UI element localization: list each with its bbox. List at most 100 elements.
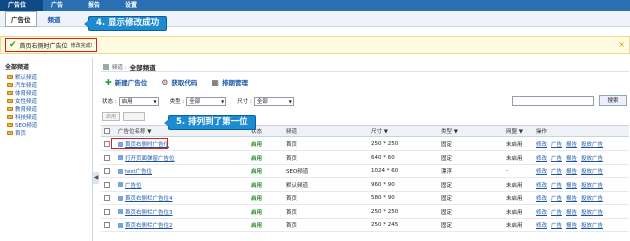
bulk-enable-button[interactable]: 启用 [102, 111, 121, 121]
close-icon[interactable]: × [618, 40, 625, 49]
row-network: 未启用 [506, 182, 523, 189]
row-op-link[interactable]: 投放广告 [581, 140, 603, 148]
row-checkbox[interactable] [104, 208, 110, 215]
sidebar-item[interactable]: 默认频道 [0, 73, 92, 81]
adslot-icon [118, 182, 123, 187]
table-row: test广告位 启用 SEO频道 1024 * 60 漂浮 - 修改 广告 报告 投放广告 [101, 165, 629, 178]
row-op-link[interactable]: 修改 [536, 181, 547, 189]
table-row: 打开页面弹窗广告位 启用 首页 640 * 60 固定 未启用 修改 广告 报告 投放广告 [101, 152, 629, 165]
row-ops: 修改 广告 报告 投放广告 [536, 192, 607, 204]
row-op-link[interactable]: 报告 [566, 194, 577, 202]
sidebar-item[interactable]: 科技频道 [0, 113, 92, 121]
row-channel: SEO频道 [286, 169, 309, 175]
row-op-link[interactable]: 报告 [566, 140, 577, 148]
folder-icon [7, 115, 13, 119]
row-name-link[interactable]: 广告位 [125, 181, 142, 189]
row-op-link[interactable]: 报告 [566, 167, 577, 175]
row-type: 固定 [441, 142, 453, 148]
row-name-link[interactable]: test广告位 [125, 167, 152, 175]
status-select-value: 启用 [121, 99, 133, 105]
row-type: 固定 [441, 223, 453, 229]
row-channel: 首页 [286, 196, 298, 202]
row-checkbox[interactable] [104, 154, 110, 161]
search-input[interactable] [512, 96, 594, 106]
col-header-ops: 操作 [536, 129, 548, 135]
row-op-link[interactable]: 广告 [551, 221, 562, 229]
row-op-link[interactable]: 修改 [536, 194, 547, 202]
row-op-link[interactable]: 投放广告 [581, 208, 603, 216]
schedule-button[interactable]: ▦ 排期管理 [211, 77, 248, 88]
sidebar-item[interactable]: 首页 [0, 129, 92, 137]
row-op-link[interactable]: 广告 [551, 194, 562, 202]
row-network: 未启用 [506, 209, 523, 216]
get-code-button[interactable]: ⚙ 获取代码 [161, 77, 197, 88]
new-adslot-label: 新建广告位 [114, 79, 148, 87]
row-ops: 修改 广告 报告 投放广告 [536, 165, 607, 177]
topnav-tab-settings[interactable]: 设置 [117, 0, 154, 11]
subnav-tab-channels[interactable]: 频道 [43, 12, 66, 26]
col-header-type[interactable]: 类型 ▼ [441, 126, 458, 136]
row-op-link[interactable]: 修改 [536, 154, 547, 162]
row-op-link[interactable]: 修改 [536, 221, 547, 229]
row-op-link[interactable]: 修改 [536, 208, 547, 216]
row-checkbox[interactable] [104, 168, 110, 174]
size-select[interactable]: 全部 ▼ [253, 96, 294, 106]
row-checkbox[interactable] [104, 181, 110, 188]
row-checkbox[interactable] [104, 195, 110, 201]
type-select[interactable]: 全部 ▼ [186, 96, 227, 106]
col-header-channel[interactable]: 频道 [286, 126, 297, 136]
row-checkbox[interactable] [104, 141, 110, 147]
row-op-link[interactable]: 投放广告 [581, 194, 603, 202]
row-op-link[interactable]: 投放广告 [581, 221, 603, 229]
col-header-name[interactable]: 广告位名称 ▼ [118, 126, 151, 136]
bulk-disable-button[interactable] [123, 111, 146, 121]
search-button[interactable]: 搜索 [599, 95, 627, 106]
sidebar-item[interactable]: 教育频道 [0, 105, 92, 113]
row-op-link[interactable]: 报告 [566, 181, 577, 189]
status-select[interactable]: 启用 ▼ [118, 96, 159, 106]
col-header-network[interactable]: 网盟 ▼ [506, 126, 523, 136]
folder-icon [7, 83, 13, 87]
collapse-sidebar-icon[interactable]: ◀ [93, 172, 99, 184]
row-op-link[interactable]: 报告 [566, 208, 577, 216]
col-header-size[interactable]: 尺寸 ▼ [371, 126, 388, 136]
row-status: 启用 [251, 209, 263, 216]
sidebar-item[interactable]: SEO频道 [0, 121, 92, 129]
row-op-link[interactable]: 广告 [551, 208, 562, 216]
row-op-link[interactable]: 修改 [536, 140, 547, 148]
row-ops: 修改 广告 报告 投放广告 [536, 206, 607, 218]
row-name-link[interactable]: 首页右侧栏广告位4 [125, 194, 173, 202]
row-name-link[interactable]: 首页右侧栏广告位2 [125, 221, 173, 229]
row-op-link[interactable]: 广告 [551, 140, 562, 148]
size-select-value: 全部 [256, 99, 268, 105]
select-all-checkbox[interactable] [104, 128, 110, 134]
calendar-icon: ▦ [211, 77, 219, 87]
row-op-link[interactable]: 投放广告 [581, 181, 603, 189]
row-name-link[interactable]: 首页右侧栏广告位3 [125, 208, 173, 216]
sidebar-item-label: 首页 [15, 131, 27, 137]
sidebar-item[interactable]: 体育频道 [0, 89, 92, 97]
row-network: 未启用 [506, 142, 523, 148]
sidebar-item[interactable]: 女性频道 [0, 97, 92, 105]
row-checkbox[interactable] [104, 222, 110, 228]
sidebar-item[interactable]: 汽车频道 [0, 81, 92, 89]
row-op-link[interactable]: 投放广告 [581, 167, 603, 175]
sidebar-item-label: 教育频道 [15, 107, 38, 113]
row-op-link[interactable]: 修改 [536, 167, 547, 175]
row-op-link[interactable]: 广告 [551, 181, 562, 189]
row-op-link[interactable]: 广告 [551, 154, 562, 162]
subnav-tab-adslots[interactable]: 广告位 [5, 10, 37, 27]
row-op-link[interactable]: 报告 [566, 221, 577, 229]
topnav-tab-adslots[interactable]: 广告位 [0, 0, 44, 11]
topnav-tab-ads[interactable]: 广告 [43, 0, 80, 11]
row-op-link[interactable]: 投放广告 [581, 154, 603, 162]
adslot-icon [118, 168, 123, 174]
sidebar-item-label: 科技频道 [15, 115, 38, 121]
topnav-tab-reports[interactable]: 报告 [80, 0, 117, 11]
row-op-link[interactable]: 报告 [566, 154, 577, 162]
row-channel: 首页 [286, 209, 298, 216]
new-adslot-button[interactable]: ✚ 新建广告位 [105, 77, 148, 88]
row-name-link[interactable]: 打开页面弹窗广告位 [125, 154, 175, 162]
row-op-link[interactable]: 广告 [551, 167, 562, 175]
sidebar-title[interactable]: 全部频道 [0, 58, 92, 73]
